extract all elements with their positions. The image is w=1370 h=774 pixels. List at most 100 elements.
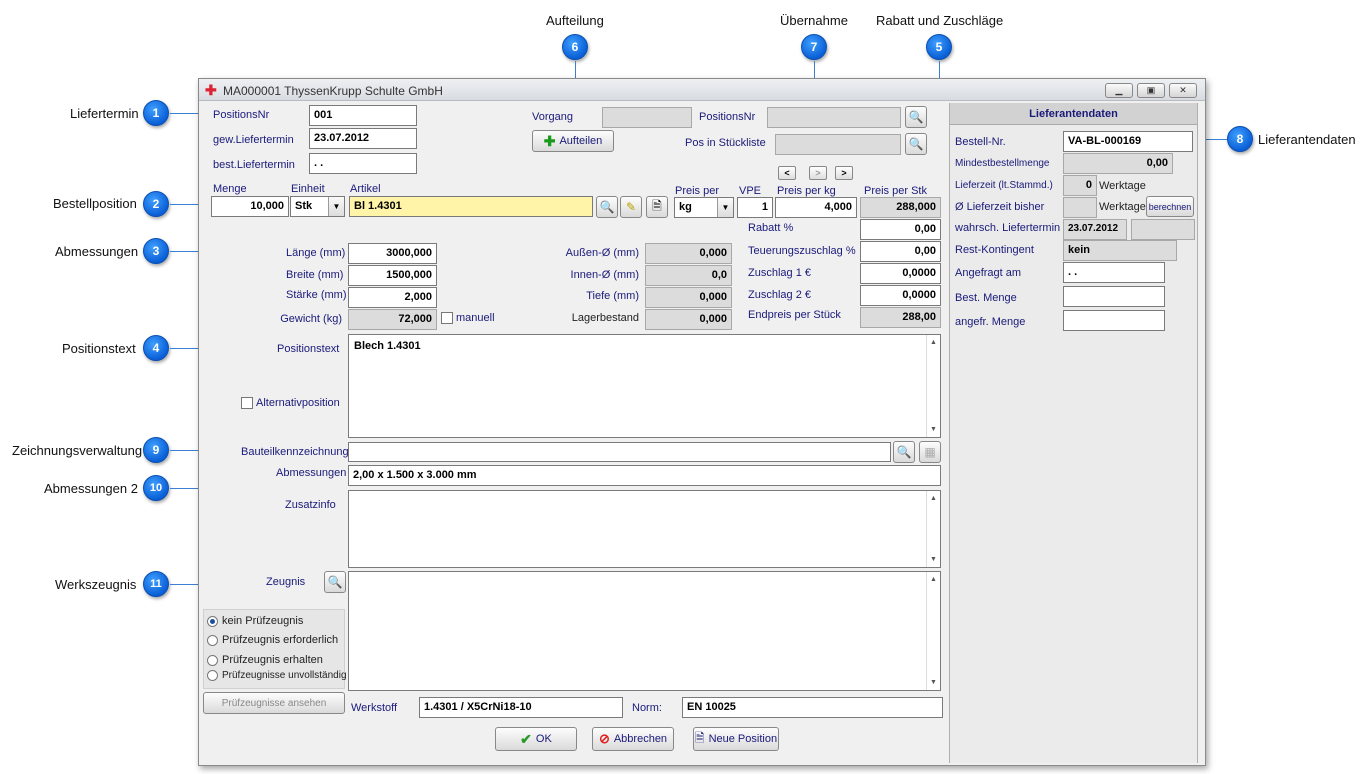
lieferzeit-bisher-field[interactable] [1063,197,1097,218]
close-button[interactable]: ✕ [1169,83,1197,98]
window-title: MA000001 ThyssenKrupp Schulte GmbH [223,84,443,98]
abmessungen-field[interactable]: 2,00 x 1.500 x 3.000 mm [348,465,941,486]
panel-title: Lieferantendaten [950,103,1197,125]
gew-liefertermin-field[interactable]: 23.07.2012 [309,128,417,149]
callout-label-zeichnungsverwaltung: Zeichnungsverwaltung [12,443,143,458]
endpreis-label: Endpreis per Stück [748,309,841,321]
wahrsch-liefertermin-field[interactable]: 23.07.2012 [1063,219,1127,240]
positionstext-area[interactable]: Blech 1.4301 ▲ ▼ [348,334,941,438]
ok-button[interactable]: ✔ OK [495,727,577,751]
radio-kein-pruefzeugnis[interactable]: kein Prüfzeugnis [207,615,303,627]
manuell-checkbox[interactable]: manuell [441,312,495,324]
pos-stueckliste-label: Pos in Stückliste [685,137,766,149]
pos-stueckliste-field[interactable] [775,134,901,155]
artikel-field[interactable]: Bl 1.4301 [349,196,593,217]
mindestbestellmenge-field[interactable]: 0,00 [1063,153,1173,174]
scrollbar[interactable]: ▲ ▼ [926,335,940,437]
scrollbar[interactable]: ▲ ▼ [926,491,940,567]
positionsnr2-field[interactable] [767,107,901,128]
radio-pruefzeugnis-erhalten[interactable]: Prüfzeugnis erhalten [207,654,323,666]
drawing-icon[interactable]: ▦ [919,441,941,463]
callout-label-uebernahme: Übernahme [780,13,848,28]
wahrsch-extra-field[interactable] [1131,219,1195,240]
radio-pruefzeugnis-erforderlich[interactable]: Prüfzeugnis erforderlich [207,634,338,646]
scrollbar[interactable]: ▲ ▼ [926,572,940,690]
werkstoff-label: Werkstoff [351,702,398,714]
einheit-select[interactable]: Stk ▼ [290,196,345,217]
neue-position-button[interactable]: 🗎 Neue Position [693,727,779,751]
best-liefertermin-field[interactable]: . . [309,153,417,174]
vpe-field[interactable]: 1 [737,197,773,218]
magnifier-icon[interactable]: 🔍 [596,196,618,218]
preis-per-stk-field[interactable]: 288,000 [860,197,941,218]
gewicht-field[interactable]: 72,000 [348,309,437,330]
radio-icon [207,670,218,681]
alternativposition-checkbox[interactable]: Alternativposition [241,397,340,409]
aufteilen-button[interactable]: ✚ Aufteilen [532,130,614,152]
abbrechen-button[interactable]: ⊘ Abbrechen [592,727,674,751]
bauteil-field[interactable] [348,442,891,462]
nav-next-button[interactable]: > [835,166,853,180]
aussen-field[interactable]: 0,000 [645,243,732,264]
magnifier-icon[interactable]: 🔍 [893,441,915,463]
laenge-field[interactable]: 3000,000 [348,243,437,264]
norm-field[interactable]: EN 10025 [682,697,943,718]
vorgang-field[interactable] [602,107,692,128]
preis-per-stk-label: Preis per Stk [864,185,927,197]
laenge-label: Länge (mm) [286,247,346,259]
pruefzeugnisse-ansehen-button[interactable]: Prüfzeugnisse ansehen [203,692,345,714]
best-menge-field[interactable] [1063,286,1165,307]
nav-mid-button[interactable]: > [809,166,827,180]
breite-field[interactable]: 1500,000 [348,265,437,286]
preis-per-select[interactable]: kg ▼ [674,197,734,218]
positionsnr-field[interactable]: 001 [309,105,417,126]
radio-icon [207,654,218,666]
minimize-button[interactable]: ▁ [1105,83,1133,98]
magnifier-icon[interactable]: 🔍 [324,571,346,593]
endpreis-field[interactable]: 288,00 [860,307,941,328]
radio-pruefzeugnisse-unvollstaendig[interactable]: Prüfzeugnisse unvollständig [207,670,347,681]
angefr-menge-field[interactable] [1063,310,1165,331]
callout-bubble-6: 6 [562,34,588,60]
magnifier-icon[interactable]: 🔍 [905,106,927,128]
radio-selected-icon [207,615,218,627]
zuschlag1-field[interactable]: 0,0000 [860,263,941,284]
preis-per-label: Preis per [675,185,720,197]
lieferzeit-field[interactable]: 0 [1063,175,1097,196]
positionsnr2-label: PositionsNr [699,111,756,123]
callout-line [170,113,200,114]
chevron-down-icon[interactable]: ▼ [717,198,733,217]
lieferzeit-label: Lieferzeit (lt.Stammd.) [955,180,1053,191]
maximize-button[interactable]: ▣ [1137,83,1165,98]
document-icon[interactable]: 🗎 [646,196,668,218]
rest-kontingent-field[interactable]: kein [1063,240,1177,261]
staerke-field[interactable]: 2,000 [348,287,437,308]
tiefe-field[interactable]: 0,000 [645,287,732,308]
callout-label-lieferantendaten: Lieferantendaten [1258,132,1356,147]
callout-bubble-8: 8 [1227,126,1253,152]
teuerung-field[interactable]: 0,00 [860,241,941,262]
innen-field[interactable]: 0,0 [645,265,732,286]
cancel-icon: ⊘ [598,731,610,746]
zeugnis-area[interactable]: ▲ ▼ [348,571,941,691]
angefragt-label: Angefragt am [955,267,1022,279]
bestellnr-field[interactable]: VA-BL-000169 [1063,131,1193,152]
article-open-icon[interactable]: ✎ [620,196,642,218]
zuschlag2-field[interactable]: 0,0000 [860,285,941,306]
werkstoff-field[interactable]: 1.4301 / X5CrNi18-10 [419,697,623,718]
menge-field[interactable]: 10,000 [211,196,289,217]
aussen-label: Außen-Ø (mm) [565,247,639,259]
zusatzinfo-area[interactable]: ▲ ▼ [348,490,941,568]
chevron-down-icon[interactable]: ▼ [328,197,344,216]
einheit-label: Einheit [291,183,325,195]
nav-prev-button[interactable]: < [778,166,796,180]
magnifier-icon[interactable]: 🔍 [905,133,927,155]
berechnen-button[interactable]: berechnen [1146,196,1194,217]
rabatt-field[interactable]: 0,00 [860,219,941,240]
document-icon: 🗎 [694,730,705,745]
preis-per-kg-field[interactable]: 4,000 [775,197,857,218]
best-liefertermin-label: best.Liefertermin [213,159,295,171]
angefragt-field[interactable]: . . [1063,262,1165,283]
lagerbestand-field[interactable]: 0,000 [645,309,732,330]
rabatt-label: Rabatt % [748,222,794,234]
